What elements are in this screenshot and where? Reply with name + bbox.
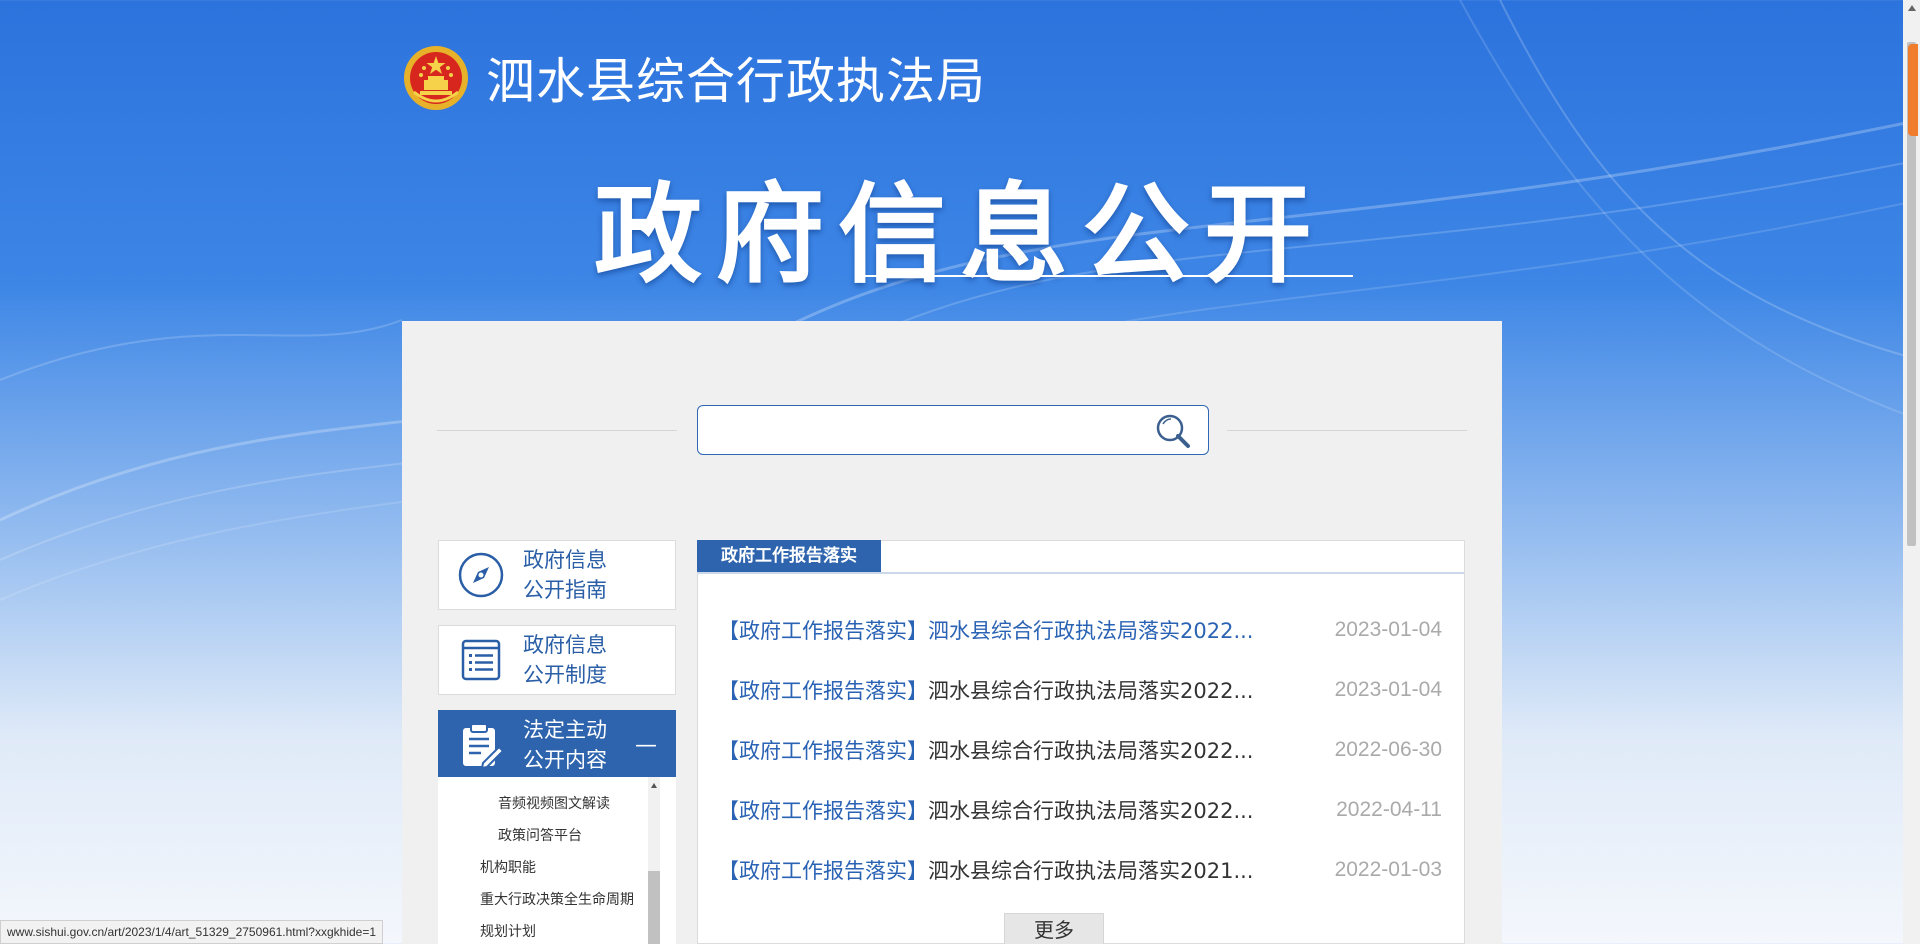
news-item-tag: 【政府工作报告落实】 — [718, 679, 928, 703]
news-item-tag: 【政府工作报告落实】 — [718, 799, 928, 823]
submenu-item[interactable]: 机构职能 — [480, 857, 536, 877]
sidebar-item-label: 政府信息 — [523, 633, 607, 657]
news-item-title[interactable]: 泗水县综合行政执法局落实2022... — [928, 679, 1253, 703]
submenu-item[interactable]: 音频视频图文解读 — [498, 793, 610, 813]
sidebar-item-statutory-content[interactable]: 法定主动 公开内容 — — [438, 710, 676, 780]
national-emblem-icon — [404, 45, 468, 110]
news-item[interactable]: 【政府工作报告落实】泗水县综合行政执法局落实2022... 2023-01-04 — [718, 675, 1442, 705]
site-brand[interactable]: 泗水县综合行政执法局 — [402, 42, 986, 113]
hero-underline — [865, 275, 1353, 277]
search-divider-left — [437, 430, 677, 431]
news-item[interactable]: 【政府工作报告落实】泗水县综合行政执法局落实2022... 2022-06-30 — [718, 735, 1442, 765]
site-name: 泗水县综合行政执法局 — [486, 53, 987, 110]
news-item[interactable]: 【政府工作报告落实】泗水县综合行政执法局落实2021... 2022-01-03 — [718, 855, 1442, 885]
news-item[interactable]: 【政府工作报告落实】泗水县综合行政执法局落实2022... 2022-04-11 — [718, 795, 1442, 825]
news-item-date: 2022-04-11 — [1336, 798, 1442, 821]
sidebar-item-label: 公开制度 — [523, 663, 607, 687]
submenu-item[interactable]: 重大行政决策全生命周期 — [480, 889, 634, 909]
page-scrollbar[interactable] — [1903, 0, 1920, 944]
news-item-title[interactable]: 泗水县综合行政执法局落实2021... — [928, 859, 1253, 883]
scroll-up-icon[interactable] — [1908, 5, 1916, 11]
news-item-date: 2023-01-04 — [1334, 618, 1442, 641]
news-item-title[interactable]: 泗水县综合行政执法局落实2022... — [928, 739, 1253, 763]
tab-government-report[interactable]: 政府工作报告落实 — [697, 540, 881, 572]
submenu-item[interactable]: 规划计划 — [480, 921, 536, 941]
side-float-tab[interactable] — [1908, 44, 1918, 136]
search-icon[interactable] — [1154, 412, 1194, 450]
news-block: 政府工作报告落实 【政府工作报告落实】泗水县综合行政执法局落实2022... 2… — [697, 540, 1465, 944]
news-item-tag: 【政府工作报告落实】 — [718, 739, 928, 763]
news-item-date: 2023-01-04 — [1334, 678, 1442, 701]
news-item-tag: 【政府工作报告落实】 — [718, 619, 928, 643]
news-item-date: 2022-06-30 — [1334, 738, 1442, 761]
sidebar-item-label: 公开内容 — [523, 748, 607, 772]
collapse-icon[interactable]: — — [635, 733, 657, 758]
sidebar-item-guide[interactable]: 政府信息 公开指南 — [438, 540, 676, 610]
clipboard-edit-icon — [463, 723, 505, 769]
news-item-date: 2022-01-03 — [1334, 858, 1442, 881]
news-item[interactable]: 【政府工作报告落实】泗水县综合行政执法局落实2022... 2023-01-04 — [718, 615, 1442, 645]
sidebar-item-label: 法定主动 — [523, 718, 607, 742]
search-divider-right — [1227, 430, 1467, 431]
list-document-icon — [461, 639, 501, 681]
scroll-up-icon[interactable] — [651, 783, 657, 788]
tab-underline — [698, 572, 1464, 574]
more-button[interactable]: 更多 — [1004, 913, 1104, 944]
status-bar-url: www.sishui.gov.cn/art/2023/1/4/art_51329… — [0, 920, 384, 944]
sidebar-item-label: 公开指南 — [523, 578, 607, 602]
news-item-title[interactable]: 泗水县综合行政执法局落实2022... — [928, 799, 1253, 823]
compass-icon — [458, 552, 504, 598]
main-panel: 政府信息 公开指南 政府信息 公开制度 法定主动 公开内容 — 音频视频图文解读… — [402, 321, 1502, 944]
sidebar-item-label: 政府信息 — [523, 548, 607, 572]
news-item-title[interactable]: 泗水县综合行政执法局落实2022... — [928, 619, 1253, 643]
submenu-item[interactable]: 政策问答平台 — [498, 825, 582, 845]
search-box — [697, 405, 1209, 455]
hero-title: 政府信息公开 — [593, 173, 1326, 298]
submenu-scroll-thumb[interactable] — [648, 871, 660, 944]
news-item-tag: 【政府工作报告落实】 — [718, 859, 928, 883]
search-input[interactable] — [698, 406, 1138, 452]
sidebar-item-system[interactable]: 政府信息 公开制度 — [438, 625, 676, 695]
sidebar-submenu: 音频视频图文解读 政策问答平台 机构职能 重大行政决策全生命周期 规划计划 — [438, 777, 676, 944]
